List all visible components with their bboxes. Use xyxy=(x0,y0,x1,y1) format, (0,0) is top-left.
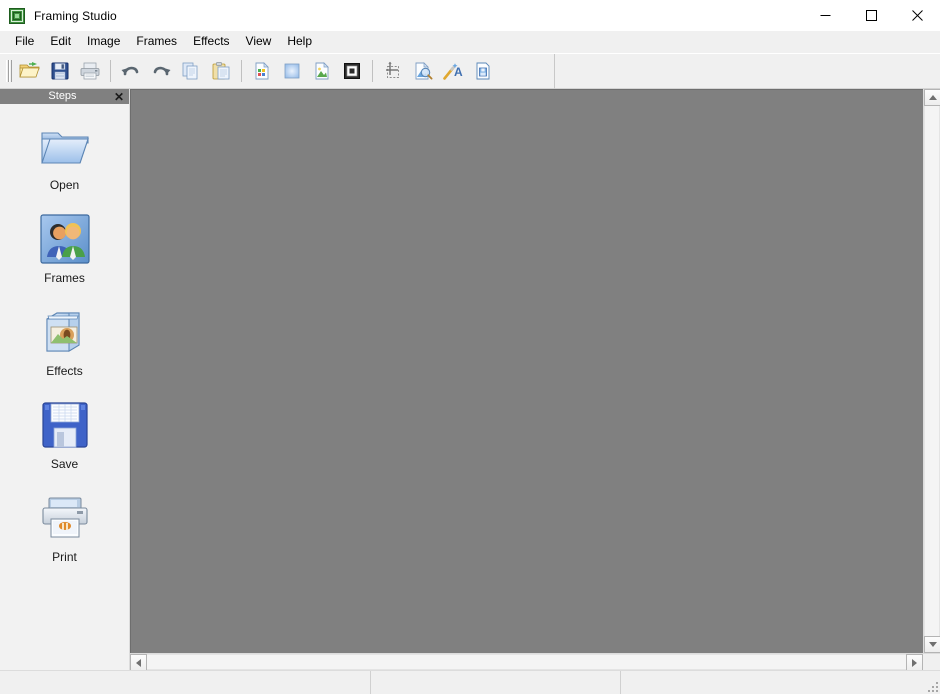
steps-panel: Steps ✕ Open Frames Effects Save Print xyxy=(0,89,130,670)
step-label: Print xyxy=(52,550,77,564)
status-cell-2 xyxy=(371,671,621,694)
crop-dashed-icon[interactable] xyxy=(378,56,408,86)
chevron-down-icon xyxy=(928,642,937,647)
toolbar-separator xyxy=(372,60,373,82)
printer-icon xyxy=(39,492,91,544)
open-folder-icon xyxy=(39,120,91,172)
workspace: Steps ✕ Open Frames Effects Save Print xyxy=(0,89,940,670)
steps-panel-header: Steps ✕ xyxy=(0,89,129,104)
step-item-open[interactable]: Open xyxy=(10,120,120,192)
toolbar-empty-space xyxy=(555,54,940,89)
window-title: Framing Studio xyxy=(34,8,117,23)
scrollbar-corner xyxy=(923,654,940,670)
scroll-down-button[interactable] xyxy=(924,636,940,653)
title-bar: Framing Studio xyxy=(0,0,940,31)
step-label: Save xyxy=(50,457,79,471)
menu-item-frames[interactable]: Frames xyxy=(128,32,185,51)
people-frames-icon xyxy=(39,213,91,265)
chevron-right-icon xyxy=(912,658,917,667)
chevron-left-icon xyxy=(136,658,141,667)
status-cell-3 xyxy=(621,671,940,694)
step-item-frames[interactable]: Frames xyxy=(10,213,120,285)
image-canvas[interactable] xyxy=(130,89,923,653)
status-bar xyxy=(0,670,940,694)
horizontal-scrollbar[interactable] xyxy=(130,654,923,670)
steps-panel-title: Steps xyxy=(48,90,77,102)
menu-bar: File Edit Image Frames Effects View Help xyxy=(0,31,940,53)
status-cell-1 xyxy=(0,671,371,694)
blue-gradient-square-icon[interactable] xyxy=(277,56,307,86)
step-label: Frames xyxy=(44,271,85,285)
menu-item-image[interactable]: Image xyxy=(79,32,128,51)
close-button[interactable] xyxy=(894,0,940,31)
horizontal-scroll-track[interactable] xyxy=(147,654,906,670)
vertical-scrollbar[interactable] xyxy=(923,89,940,653)
frame-square-icon xyxy=(9,7,25,24)
chevron-up-icon xyxy=(928,95,937,100)
toolbar-separator xyxy=(241,60,242,82)
redo-arrow-icon[interactable] xyxy=(146,56,176,86)
scroll-left-button[interactable] xyxy=(130,654,147,670)
step-label: Effects xyxy=(46,364,83,378)
effects-magic-icon[interactable] xyxy=(408,56,438,86)
scroll-right-button[interactable] xyxy=(906,654,923,670)
step-item-effects[interactable]: Effects xyxy=(10,306,120,378)
menu-item-help[interactable]: Help xyxy=(279,32,320,51)
landscape-picture-icon[interactable] xyxy=(307,56,337,86)
toolbar-separator xyxy=(110,60,111,82)
effects-box-icon xyxy=(39,306,91,358)
floppy-save-icon[interactable] xyxy=(45,56,75,86)
copy-pages-icon[interactable] xyxy=(176,56,206,86)
menu-item-effects[interactable]: Effects xyxy=(185,32,237,51)
toolbar-grip[interactable] xyxy=(4,58,12,84)
menu-item-view[interactable]: View xyxy=(238,32,280,51)
maximize-button[interactable] xyxy=(848,0,894,31)
step-label: Open xyxy=(49,178,80,192)
window-controls xyxy=(802,0,940,31)
save-as-document-icon[interactable] xyxy=(468,56,498,86)
main-toolbar: A xyxy=(0,54,555,89)
scroll-up-button[interactable] xyxy=(924,89,940,106)
undo-arrow-icon[interactable] xyxy=(116,56,146,86)
frame-border-icon[interactable] xyxy=(337,56,367,86)
close-icon[interactable]: ✕ xyxy=(111,89,127,104)
step-item-print[interactable]: Print xyxy=(10,492,120,564)
open-folder-icon[interactable] xyxy=(15,56,45,86)
printer-icon[interactable] xyxy=(75,56,105,86)
steps-list: Open Frames Effects Save Print xyxy=(0,104,129,670)
horizontal-scrollbar-row xyxy=(130,653,940,670)
new-image-icon[interactable] xyxy=(247,56,277,86)
floppy-disk-icon xyxy=(39,399,91,451)
text-wand-icon[interactable]: A xyxy=(438,56,468,86)
step-item-save[interactable]: Save xyxy=(10,399,120,471)
canvas-main-row xyxy=(130,89,940,653)
application-window: Framing Studio File Edit Image Frames Ef… xyxy=(0,0,940,694)
paste-clipboard-icon[interactable] xyxy=(206,56,236,86)
resize-grip[interactable] xyxy=(926,680,938,692)
vertical-scroll-track[interactable] xyxy=(924,106,940,636)
menu-item-edit[interactable]: Edit xyxy=(42,32,79,51)
toolbar-container: A xyxy=(0,53,940,89)
menu-item-file[interactable]: File xyxy=(7,32,42,51)
canvas-area xyxy=(130,89,940,670)
minimize-button[interactable] xyxy=(802,0,848,31)
